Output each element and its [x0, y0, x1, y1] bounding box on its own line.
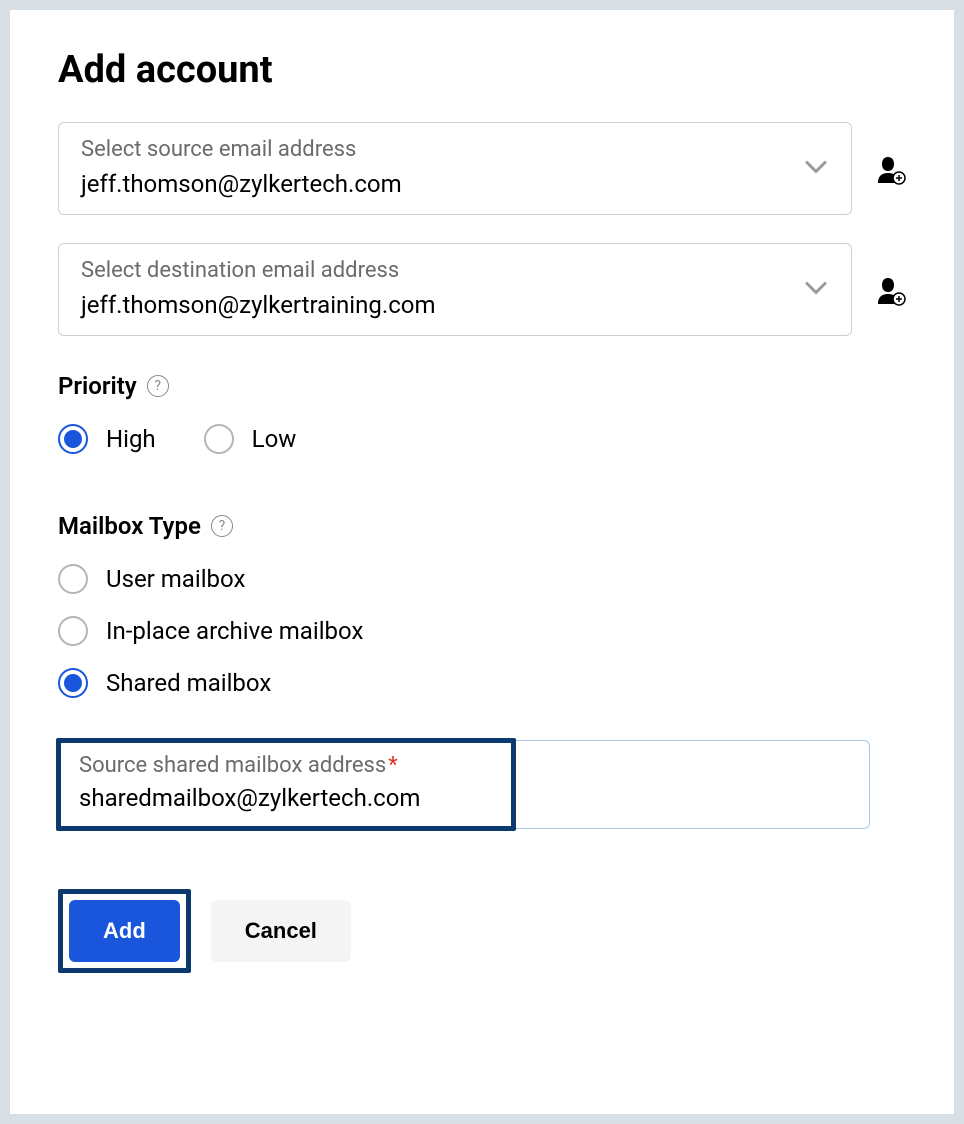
destination-row: Select destination email address jeff.th…	[58, 243, 906, 336]
chevron-down-icon	[805, 159, 827, 178]
add-user-icon[interactable]	[874, 274, 906, 306]
add-button[interactable]: Add	[69, 900, 180, 962]
help-icon[interactable]: ?	[211, 515, 233, 537]
priority-high-radio[interactable]: High	[58, 424, 156, 454]
destination-email-dropdown[interactable]: Select destination email address jeff.th…	[58, 243, 852, 336]
destination-email-value: jeff.thomson@zylkertraining.com	[81, 291, 829, 319]
radio-indicator	[204, 424, 234, 454]
mailbox-user-label: User mailbox	[106, 565, 245, 593]
priority-section-label: Priority ?	[58, 372, 906, 400]
help-icon[interactable]: ?	[147, 375, 169, 397]
priority-high-label: High	[106, 425, 156, 453]
source-email-dropdown[interactable]: Select source email address jeff.thomson…	[58, 122, 852, 215]
chevron-down-icon	[805, 280, 827, 299]
page-title: Add account	[58, 48, 906, 92]
shared-mailbox-label-text: Source shared mailbox address	[79, 753, 386, 778]
priority-label-text: Priority	[58, 372, 137, 400]
radio-indicator	[58, 564, 88, 594]
shared-mailbox-value: sharedmailbox@zylkertech.com	[79, 784, 493, 812]
destination-email-label: Select destination email address	[81, 258, 829, 283]
add-account-panel: Add account Select source email address …	[10, 10, 954, 1114]
priority-low-radio[interactable]: Low	[204, 424, 297, 454]
shared-mailbox-input[interactable]: Source shared mailbox address* sharedmai…	[56, 738, 516, 831]
add-user-icon[interactable]	[874, 153, 906, 185]
priority-low-label: Low	[252, 425, 297, 453]
shared-mailbox-label: Source shared mailbox address*	[79, 753, 493, 778]
mailbox-archive-label: In-place archive mailbox	[106, 617, 363, 645]
mailbox-type-radio-group: User mailbox In-place archive mailbox Sh…	[58, 564, 906, 720]
priority-radio-group: High Low	[58, 424, 906, 476]
add-button-highlight: Add	[58, 889, 191, 973]
source-email-label: Select source email address	[81, 137, 829, 162]
mailbox-shared-label: Shared mailbox	[106, 669, 271, 697]
shared-mailbox-input-wrapper: Source shared mailbox address* sharedmai…	[58, 740, 870, 829]
radio-indicator	[58, 424, 88, 454]
mailbox-user-radio[interactable]: User mailbox	[58, 564, 906, 594]
mailbox-type-section-label: Mailbox Type ?	[58, 512, 906, 540]
button-row: Add Cancel	[58, 889, 906, 973]
source-row: Select source email address jeff.thomson…	[58, 122, 906, 215]
mailbox-type-label-text: Mailbox Type	[58, 512, 201, 540]
mailbox-archive-radio[interactable]: In-place archive mailbox	[58, 616, 906, 646]
radio-indicator	[58, 668, 88, 698]
radio-indicator	[58, 616, 88, 646]
source-email-value: jeff.thomson@zylkertech.com	[81, 170, 829, 198]
cancel-button[interactable]: Cancel	[211, 900, 351, 962]
mailbox-shared-radio[interactable]: Shared mailbox	[58, 668, 906, 698]
required-indicator: *	[388, 753, 397, 778]
